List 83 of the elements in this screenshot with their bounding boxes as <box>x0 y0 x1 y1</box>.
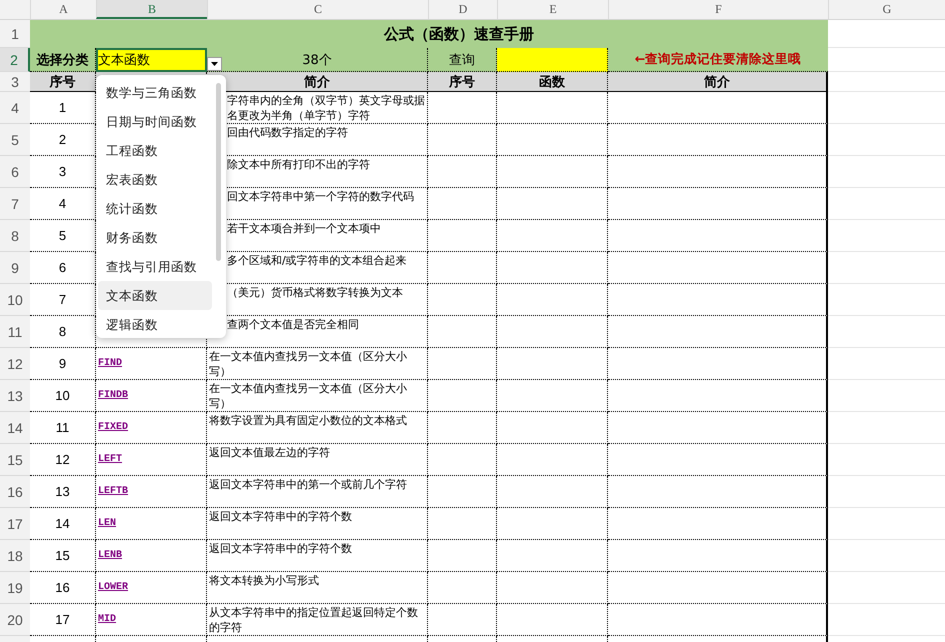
table-cell: 将数字设置为具有固定小数位的文本格式 <box>207 412 428 444</box>
function-link[interactable]: FINDB <box>96 390 128 401</box>
count-cell: 38个 <box>207 48 428 72</box>
row-header[interactable]: 16 <box>0 476 30 508</box>
table-cell: 返回文本字符串中的字符个数 <box>207 508 428 540</box>
table-cell <box>428 572 497 604</box>
table-cell <box>428 92 497 124</box>
table-cell <box>428 540 497 572</box>
scrollbar[interactable] <box>216 83 221 261</box>
column-heading: 序号 <box>428 72 497 92</box>
sheet-title: 公式（函数）速查手册 <box>30 20 828 48</box>
row-header[interactable]: 12 <box>0 348 30 380</box>
table-cell <box>428 412 497 444</box>
column-header[interactable]: F <box>608 0 828 19</box>
table-cell: 在一文本值内查找另一文本值（区分大小写） <box>207 380 428 412</box>
table-cell <box>428 220 497 252</box>
function-link[interactable]: MID <box>96 614 116 625</box>
query-input-cell[interactable] <box>497 48 608 72</box>
row-header[interactable]: 10 <box>0 284 30 316</box>
row-header[interactable]: 14 <box>0 412 30 444</box>
row-header[interactable]: 19 <box>0 572 30 604</box>
table-cell <box>428 380 497 412</box>
table-cell <box>428 284 497 316</box>
table-cell <box>428 476 497 508</box>
dropdown-option[interactable]: 文本函数 <box>98 281 212 310</box>
row-header[interactable]: 7 <box>0 188 30 220</box>
function-link[interactable]: LEFT <box>96 454 122 465</box>
reminder-note: ←查询完成记住要清除这里哦 <box>608 48 828 72</box>
column-header[interactable]: C <box>207 0 428 19</box>
row-header[interactable]: 20 <box>0 604 30 636</box>
dropdown-button[interactable] <box>207 57 222 71</box>
column-heading: 序号 <box>30 72 96 92</box>
function-link[interactable]: FIXED <box>96 422 128 433</box>
table-cell: 13 <box>30 476 96 508</box>
table-cell <box>428 252 497 284</box>
function-link[interactable]: LEFTB <box>96 486 128 497</box>
table-cell: 返回文本值最左边的字符 <box>207 444 428 476</box>
row-header[interactable]: 6 <box>0 156 30 188</box>
table-cell <box>428 188 497 220</box>
column-header[interactable]: B <box>96 0 207 19</box>
row-header[interactable]: 18 <box>0 540 30 572</box>
row-header[interactable]: 2 <box>0 48 30 72</box>
column-heading: 简介 <box>207 72 428 92</box>
column-heading: 函数 <box>497 72 608 92</box>
category-label: 选择分类 <box>30 48 96 72</box>
table-cell <box>428 316 497 348</box>
table-cell: 返回文本字符串中的字符个数 <box>207 540 428 572</box>
table-cell: 14 <box>30 508 96 540</box>
table-cell <box>428 444 497 476</box>
table-cell <box>428 348 497 380</box>
function-link[interactable]: LENB <box>96 550 122 561</box>
row-header[interactable]: 17 <box>0 508 30 540</box>
function-link[interactable]: LEN <box>96 518 116 529</box>
query-label: 查询 <box>428 48 497 72</box>
column-header[interactable]: E <box>497 0 608 19</box>
column-header[interactable]: G <box>828 0 945 19</box>
row-header[interactable]: 4 <box>0 92 30 124</box>
table-cell: 17 <box>30 604 96 636</box>
row-header[interactable]: 15 <box>0 444 30 476</box>
table-cell <box>428 156 497 188</box>
table-cell: 15 <box>30 540 96 572</box>
row-header[interactable]: 11 <box>0 316 30 348</box>
table-cell <box>428 508 497 540</box>
table-cell: 12 <box>30 444 96 476</box>
column-heading: 简介 <box>608 72 828 92</box>
table-cell: 10 <box>30 380 96 412</box>
table-cell: 将文本转换为小写形式 <box>207 572 428 604</box>
row-header[interactable]: 5 <box>0 124 30 156</box>
table-cell: 在一文本值内查找另一文本值（区分大小写） <box>207 348 428 380</box>
row-header[interactable]: 8 <box>0 220 30 252</box>
table-cell: 9 <box>30 348 96 380</box>
table-cell: 返回文本字符串中的第一个或前几个字符 <box>207 476 428 508</box>
table-cell: 16 <box>30 572 96 604</box>
caret-icon <box>211 62 218 66</box>
column-header[interactable]: D <box>428 0 497 19</box>
category-cell[interactable]: 文本函数 <box>96 48 207 72</box>
function-link[interactable]: FIND <box>96 358 122 369</box>
table-cell: 从文本字符串中的指定位置起返回特定个数的字符 <box>207 604 428 636</box>
row-header[interactable]: 13 <box>0 380 30 412</box>
table-cell: 11 <box>30 412 96 444</box>
table-cell <box>428 124 497 156</box>
row-header[interactable]: 9 <box>0 252 30 284</box>
function-link[interactable]: LOWER <box>96 582 128 593</box>
